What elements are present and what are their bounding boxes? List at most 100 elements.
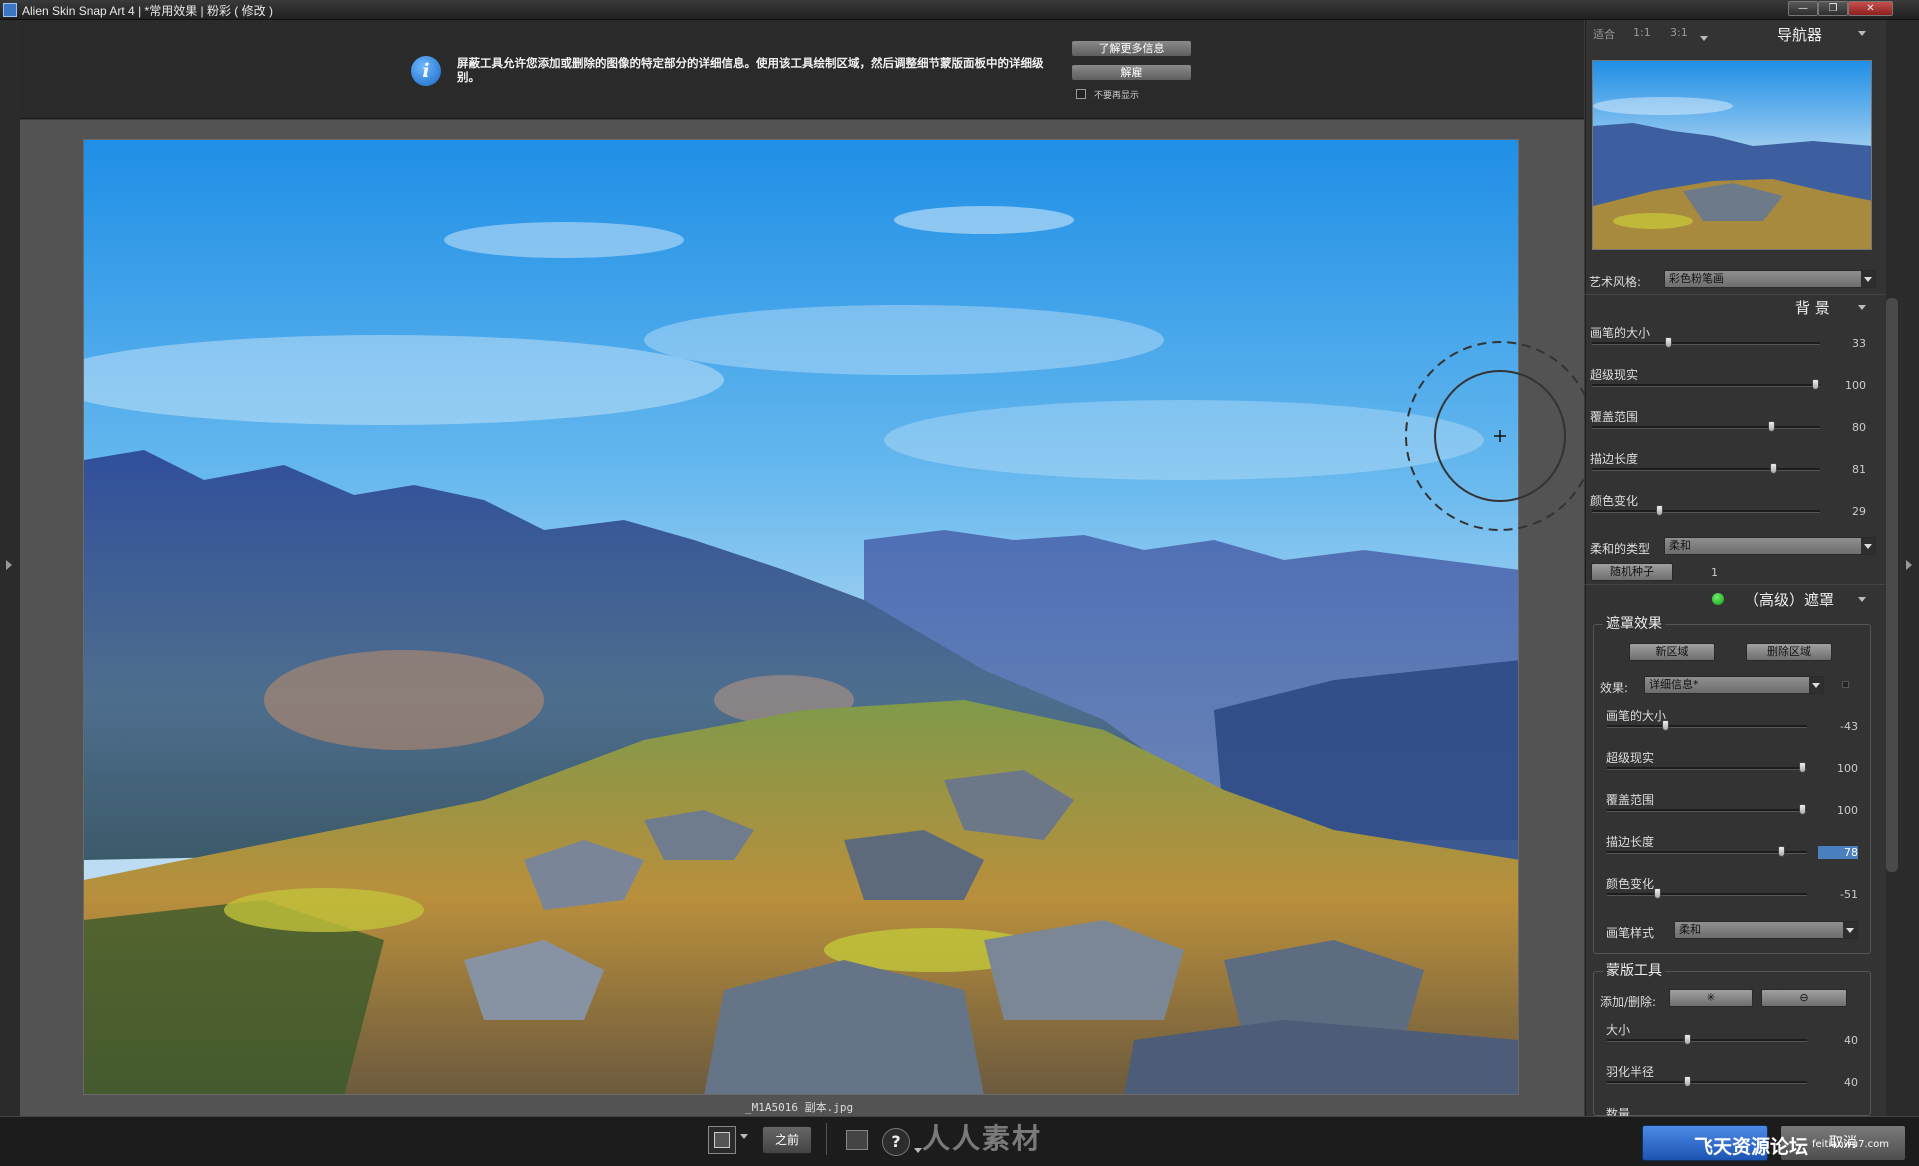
dont-show-again-checkbox[interactable] <box>1076 89 1086 99</box>
slider-label: 颜色变化 <box>1606 877 1655 891</box>
slider-handle[interactable] <box>1768 421 1775 432</box>
close-button[interactable]: ✕ <box>1848 1 1893 16</box>
mask-effects-group <box>1593 624 1871 954</box>
slider-value[interactable]: 80 <box>1826 421 1866 434</box>
mask-enabled-indicator-icon[interactable] <box>1712 593 1724 605</box>
navigator-collapse-icon[interactable] <box>1858 31 1866 36</box>
slider-track[interactable] <box>1592 468 1820 471</box>
slider-value[interactable]: 78 <box>1818 846 1858 859</box>
soft-type-dropdown[interactable]: 柔和 <box>1664 537 1876 555</box>
dropdown-arrow-icon <box>1861 271 1875 287</box>
slider-value[interactable]: 100 <box>1826 379 1866 392</box>
slider-track[interactable] <box>1607 1081 1807 1084</box>
slider-handle[interactable] <box>1799 762 1806 773</box>
random-seed-button[interactable]: 随机种子 <box>1591 563 1673 581</box>
slider-track[interactable] <box>1592 510 1820 513</box>
zoom-3to1-option[interactable]: 3:1 <box>1670 26 1688 39</box>
zoom-dropdown-icon[interactable] <box>1700 36 1708 41</box>
slider-label: 描边长度 <box>1590 452 1639 466</box>
slider-value[interactable]: 40 <box>1818 1034 1858 1047</box>
slider-track[interactable] <box>1607 725 1807 728</box>
minimize-button[interactable]: — <box>1788 1 1818 16</box>
slider-handle[interactable] <box>1812 379 1819 390</box>
slider-track[interactable] <box>1607 809 1807 812</box>
slider-label: 描边长度 <box>1606 835 1655 849</box>
slider-handle[interactable] <box>1656 505 1663 516</box>
panel-scrollbar[interactable] <box>1886 298 1898 872</box>
background-section-title: 背 景 <box>1795 299 1830 317</box>
art-style-dropdown[interactable]: 彩色粉笔画 <box>1664 270 1876 288</box>
mask-section-title: （高级）遮罩 <box>1744 591 1835 609</box>
slider-track[interactable] <box>1592 384 1820 387</box>
zoom-1to1-option[interactable]: 1:1 <box>1633 26 1651 39</box>
slider-label: 覆盖范围 <box>1606 793 1655 807</box>
slider-track[interactable] <box>1607 851 1807 854</box>
brush-style-dropdown[interactable]: 柔和 <box>1674 921 1858 939</box>
help-dropdown-icon[interactable] <box>914 1148 922 1153</box>
learn-more-button[interactable]: 了解更多信息 <box>1071 40 1192 57</box>
slider-value[interactable]: -51 <box>1818 888 1858 901</box>
window-title: Alien Skin Snap Art 4 | *常用效果 | 粉彩 ( 修改 … <box>22 4 273 18</box>
slider-track[interactable] <box>1607 767 1807 770</box>
divider <box>1585 584 1885 585</box>
collapse-right-icon[interactable] <box>1906 560 1912 570</box>
brush-style-value: 柔和 <box>1679 923 1701 936</box>
slider-label: 超级现实 <box>1606 751 1655 765</box>
before-button[interactable]: 之前 <box>762 1126 812 1154</box>
slider-track[interactable] <box>1607 893 1807 896</box>
art-style-value: 彩色粉笔画 <box>1669 272 1724 285</box>
add-brush-button[interactable]: ✳ <box>1669 989 1753 1007</box>
help-button[interactable]: ? <box>882 1128 910 1156</box>
slider-handle[interactable] <box>1654 888 1661 899</box>
zoom-fit-option[interactable]: 适合 <box>1593 26 1615 42</box>
dismiss-button[interactable]: 解雇 <box>1071 64 1192 81</box>
new-region-button[interactable]: 新区域 <box>1629 643 1715 661</box>
remove-brush-button[interactable]: ⊖ <box>1761 989 1847 1007</box>
dropdown-arrow-icon <box>1809 677 1823 693</box>
brush-style-label: 画笔样式 <box>1606 926 1655 940</box>
preview-icon[interactable] <box>846 1130 868 1150</box>
slider-handle[interactable] <box>1662 720 1669 731</box>
maximize-button[interactable]: ❐ <box>1818 1 1848 16</box>
random-seed-value[interactable]: 1 <box>1711 566 1718 579</box>
slider-handle[interactable] <box>1799 804 1806 815</box>
slider-label: 画笔的大小 <box>1590 326 1651 340</box>
slider-track[interactable] <box>1592 342 1820 345</box>
slider-value[interactable]: -43 <box>1818 720 1858 733</box>
slider-value[interactable]: 81 <box>1826 463 1866 476</box>
slider-value[interactable]: 100 <box>1818 804 1858 817</box>
background-collapse-icon[interactable] <box>1858 305 1866 310</box>
mask-collapse-icon[interactable] <box>1858 597 1866 602</box>
view-mode-dropdown-icon[interactable] <box>740 1134 748 1139</box>
site-watermark: feitianwu7.com <box>1812 1139 1890 1150</box>
slider-handle[interactable] <box>1770 463 1777 474</box>
effect-dropdown[interactable]: 详细信息* <box>1644 676 1824 694</box>
mask-effects-title: 遮罩效果 <box>1603 613 1665 633</box>
dont-show-again-label: 不要再显示 <box>1094 91 1140 101</box>
expand-left-icon[interactable] <box>6 560 12 570</box>
forum-watermark: 飞天资源论坛 <box>1694 1136 1809 1158</box>
slider-value[interactable]: 100 <box>1818 762 1858 775</box>
slider-track[interactable] <box>1592 426 1820 429</box>
slider-value[interactable]: 33 <box>1826 337 1866 350</box>
slider-handle[interactable] <box>1778 846 1785 857</box>
region-color-swatch[interactable] <box>1842 681 1849 688</box>
watermark-text: 人人素材 <box>922 1122 1043 1155</box>
navigator-thumbnail[interactable] <box>1592 60 1872 250</box>
slider-handle[interactable] <box>1684 1034 1691 1045</box>
slider-handle[interactable] <box>1665 337 1672 348</box>
slider-value[interactable]: 29 <box>1826 505 1866 518</box>
photo-preview[interactable] <box>83 139 1519 1095</box>
effect-label: 效果: <box>1600 681 1629 695</box>
app-icon <box>3 3 17 17</box>
slider-track[interactable] <box>1607 1039 1807 1042</box>
navigator-thumbnail-image <box>1593 61 1871 249</box>
art-style-label: 艺术风格: <box>1589 275 1642 289</box>
add-remove-label: 添加/删除: <box>1600 995 1657 1009</box>
file-name: _M1A5016 副本.jpg <box>745 1101 854 1114</box>
slider-value[interactable]: 40 <box>1818 1076 1858 1089</box>
slider-handle[interactable] <box>1684 1076 1691 1087</box>
delete-region-button[interactable]: 删除区域 <box>1746 643 1832 661</box>
remove-brush-icon: ⊖ <box>1799 991 1809 1004</box>
soft-type-value: 柔和 <box>1669 539 1691 552</box>
